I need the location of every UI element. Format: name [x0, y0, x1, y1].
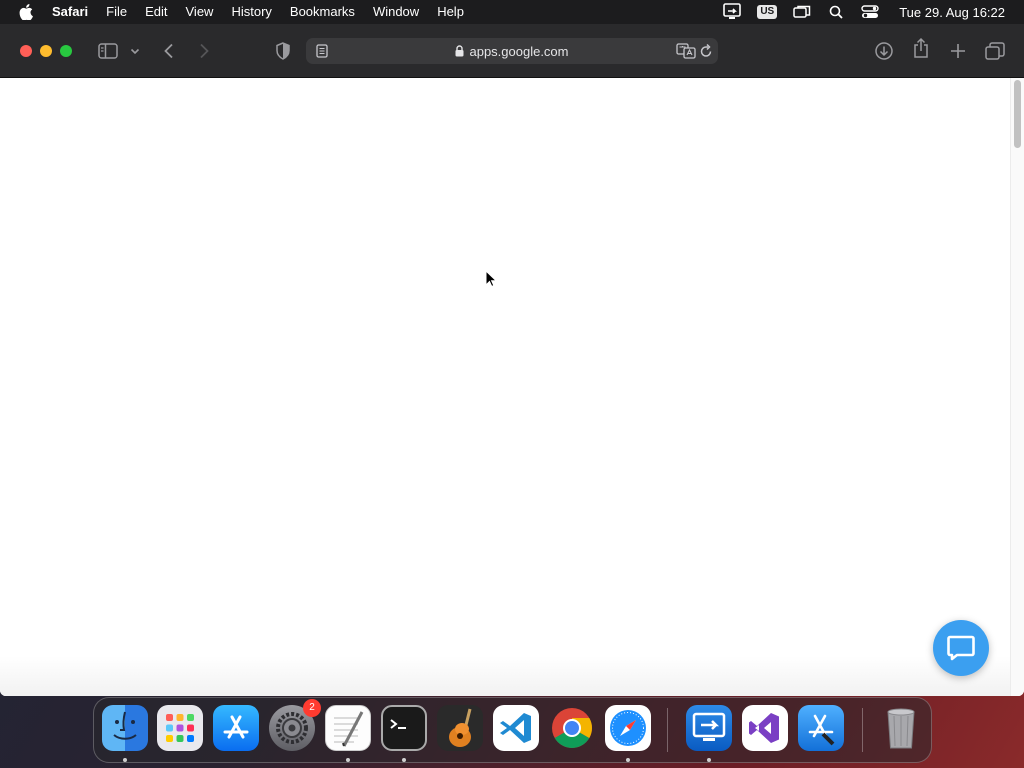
secure-lock-icon — [455, 45, 464, 57]
dock-textedit-icon[interactable] — [325, 705, 371, 751]
mouse-pointer-icon — [485, 269, 498, 293]
window-zoom-button[interactable] — [60, 45, 72, 57]
dock-running-indicator — [346, 758, 350, 762]
scrollbar-thumb[interactable] — [1014, 80, 1021, 148]
vertical-scrollbar[interactable] — [1010, 78, 1024, 696]
keyboard-layout-indicator[interactable]: US — [757, 5, 778, 19]
downloads-icon[interactable] — [873, 39, 895, 63]
chat-support-button[interactable] — [933, 620, 989, 676]
translate-icon[interactable] — [676, 43, 696, 62]
tab-overview-icon[interactable] — [984, 39, 1006, 63]
dock-finder-icon[interactable] — [102, 705, 148, 751]
new-tab-plus-icon[interactable] — [947, 39, 969, 63]
privacy-shield-icon[interactable] — [272, 39, 294, 63]
menu-bar: Safari File Edit View History Bookmarks … — [0, 0, 1024, 24]
dock-remote-desktop-icon[interactable] — [686, 705, 732, 751]
apple-menu-icon[interactable] — [19, 0, 35, 24]
share-icon[interactable] — [910, 36, 932, 60]
remote-desktop-status-icon[interactable] — [721, 0, 743, 24]
tab-group-chevron-down-icon[interactable] — [128, 39, 142, 63]
back-button[interactable] — [158, 39, 180, 63]
dock-app-store-icon[interactable] — [213, 705, 259, 751]
reader-mode-icon[interactable] — [316, 44, 328, 61]
dock-vscode-icon[interactable] — [493, 705, 539, 751]
menu-window[interactable]: Window — [364, 0, 428, 24]
dock-system-settings-icon[interactable]: 2 — [269, 699, 321, 751]
menu-view[interactable]: View — [177, 0, 223, 24]
chat-bubble-icon — [947, 635, 975, 661]
sidebar-toggle-icon[interactable] — [96, 39, 120, 63]
dock-chrome-icon[interactable] — [549, 705, 595, 751]
web-page-content[interactable] — [0, 78, 1024, 696]
dock-running-indicator — [626, 758, 630, 762]
menu-history[interactable]: History — [222, 0, 280, 24]
address-bar[interactable]: apps.google.com — [306, 38, 718, 64]
dock-separator — [862, 708, 863, 752]
menu-help[interactable]: Help — [428, 0, 473, 24]
url-text[interactable]: apps.google.com — [469, 44, 568, 59]
safari-window: apps.google.com — [0, 24, 1024, 696]
menu-app-name[interactable]: Safari — [50, 0, 97, 24]
window-minimize-button[interactable] — [40, 45, 52, 57]
dock-visual-studio-icon[interactable] — [742, 705, 788, 751]
dock-garageband-icon[interactable] — [437, 705, 483, 751]
dock-terminal-icon[interactable] — [381, 705, 427, 751]
reload-icon[interactable] — [699, 43, 713, 62]
dock-running-indicator — [123, 758, 127, 762]
dock-launchpad-icon[interactable] — [157, 705, 203, 751]
dock-trash-icon[interactable] — [878, 705, 924, 751]
spotlight-search-icon[interactable] — [825, 0, 847, 24]
menu-edit[interactable]: Edit — [136, 0, 176, 24]
notification-badge: 2 — [303, 699, 321, 717]
dock-running-indicator — [707, 758, 711, 762]
dock-separator — [667, 708, 668, 752]
dock-safari-icon[interactable] — [605, 705, 651, 751]
dock-xcode-icon[interactable] — [798, 705, 844, 751]
dock-running-indicator — [402, 758, 406, 762]
control-center-icon[interactable] — [859, 0, 881, 24]
browser-toolbar: apps.google.com — [0, 24, 1024, 78]
menubar-clock[interactable]: Tue 29. Aug 16:22 — [899, 5, 1005, 20]
page-bottom-shadow — [0, 656, 1010, 696]
menu-bookmarks[interactable]: Bookmarks — [281, 0, 364, 24]
forward-button[interactable] — [193, 39, 215, 63]
screen-mirroring-icon[interactable] — [791, 0, 813, 24]
window-close-button[interactable] — [20, 45, 32, 57]
menu-file[interactable]: File — [97, 0, 136, 24]
dock: 2 — [93, 697, 932, 763]
